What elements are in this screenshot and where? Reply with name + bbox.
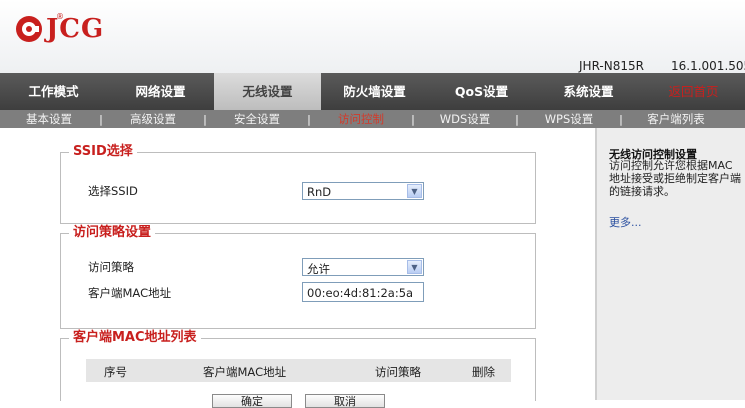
nav-home-link[interactable]: 返回首页	[642, 73, 745, 110]
jcg-logo-icon	[14, 14, 44, 44]
policy-select-value: 允许	[307, 262, 330, 276]
nav-work-mode[interactable]: 工作模式	[0, 73, 107, 110]
column-header-index: 序号	[104, 365, 127, 379]
mac-address-input[interactable]: 00:eo:4d:81:2a:5a	[302, 282, 424, 302]
subnav-wds[interactable]: WDS设置	[416, 110, 514, 128]
device-model: JHR-N815R	[579, 59, 644, 73]
subnav-wps[interactable]: WPS设置	[520, 110, 618, 128]
cancel-button[interactable]: 取消	[305, 394, 385, 408]
nav-firewall-settings[interactable]: 防火墙设置	[321, 73, 428, 110]
subnav-security[interactable]: 安全设置	[208, 110, 306, 128]
mac-list-title: 客户端MAC地址列表	[69, 330, 201, 346]
header: ® JCG JHR-N815R 16.1.001.505	[0, 0, 745, 73]
column-header-mac: 客户端MAC地址	[203, 365, 287, 379]
sub-nav: 基本设置 | 高级设置 | 安全设置 | 访问控制 | WDS设置 | WPS设…	[0, 110, 745, 128]
nav-network-settings[interactable]: 网络设置	[107, 73, 214, 110]
main-nav: 工作模式 网络设置 无线设置 防火墙设置 QoS设置 系统设置 返回首页	[0, 73, 745, 110]
content-area: SSID选择 选择SSID RnD ▼ 访问策略设置 访问策略 允许 ▼ 客户端…	[0, 128, 595, 401]
ssid-select-value: RnD	[307, 185, 332, 199]
firmware-version: 16.1.001.505	[671, 59, 745, 73]
subnav-client-list[interactable]: 客户端列表	[624, 110, 728, 128]
confirm-button[interactable]: 确定	[212, 394, 292, 408]
policy-select[interactable]: 允许 ▼	[302, 258, 424, 276]
mac-address-label: 客户端MAC地址	[88, 286, 172, 300]
policy-label: 访问策略	[88, 260, 134, 274]
more-link[interactable]: 更多...	[609, 214, 642, 230]
chevron-down-icon: ▼	[407, 260, 422, 274]
logo-reg-mark: ®	[56, 12, 64, 21]
column-header-policy: 访问策略	[375, 365, 421, 379]
nav-system-settings[interactable]: 系统设置	[535, 73, 642, 110]
subnav-access-control[interactable]: 访问控制	[312, 110, 410, 128]
mac-list-section: 客户端MAC地址列表 序号 客户端MAC地址 访问策略 删除	[60, 330, 536, 401]
ssid-label: 选择SSID	[88, 184, 138, 198]
ssid-select[interactable]: RnD ▼	[302, 182, 424, 200]
logo-text: JCG	[46, 14, 105, 44]
ssid-section-title: SSID选择	[69, 144, 137, 160]
chevron-down-icon: ▼	[407, 184, 422, 198]
subnav-basic[interactable]: 基本设置	[0, 110, 98, 128]
policy-section: 访问策略设置 访问策略 允许 ▼ 客户端MAC地址 00:eo:4d:81:2a…	[60, 225, 536, 329]
mac-list-header-row: 序号 客户端MAC地址 访问策略 删除	[86, 359, 511, 382]
logo: ® JCG	[14, 12, 105, 44]
help-sidebar: 无线访问控制设置 访问控制允许您根据MAC地址接受或拒绝制定客户端的链接请求。 …	[595, 128, 745, 400]
column-header-delete: 删除	[472, 365, 495, 379]
ssid-section: SSID选择 选择SSID RnD ▼	[60, 144, 536, 224]
nav-wireless-settings[interactable]: 无线设置	[214, 73, 321, 110]
policy-section-title: 访问策略设置	[69, 225, 156, 241]
help-description: 访问控制允许您根据MAC地址接受或拒绝制定客户端的链接请求。	[609, 159, 741, 198]
subnav-advanced[interactable]: 高级设置	[104, 110, 202, 128]
nav-qos-settings[interactable]: QoS设置	[428, 73, 535, 110]
